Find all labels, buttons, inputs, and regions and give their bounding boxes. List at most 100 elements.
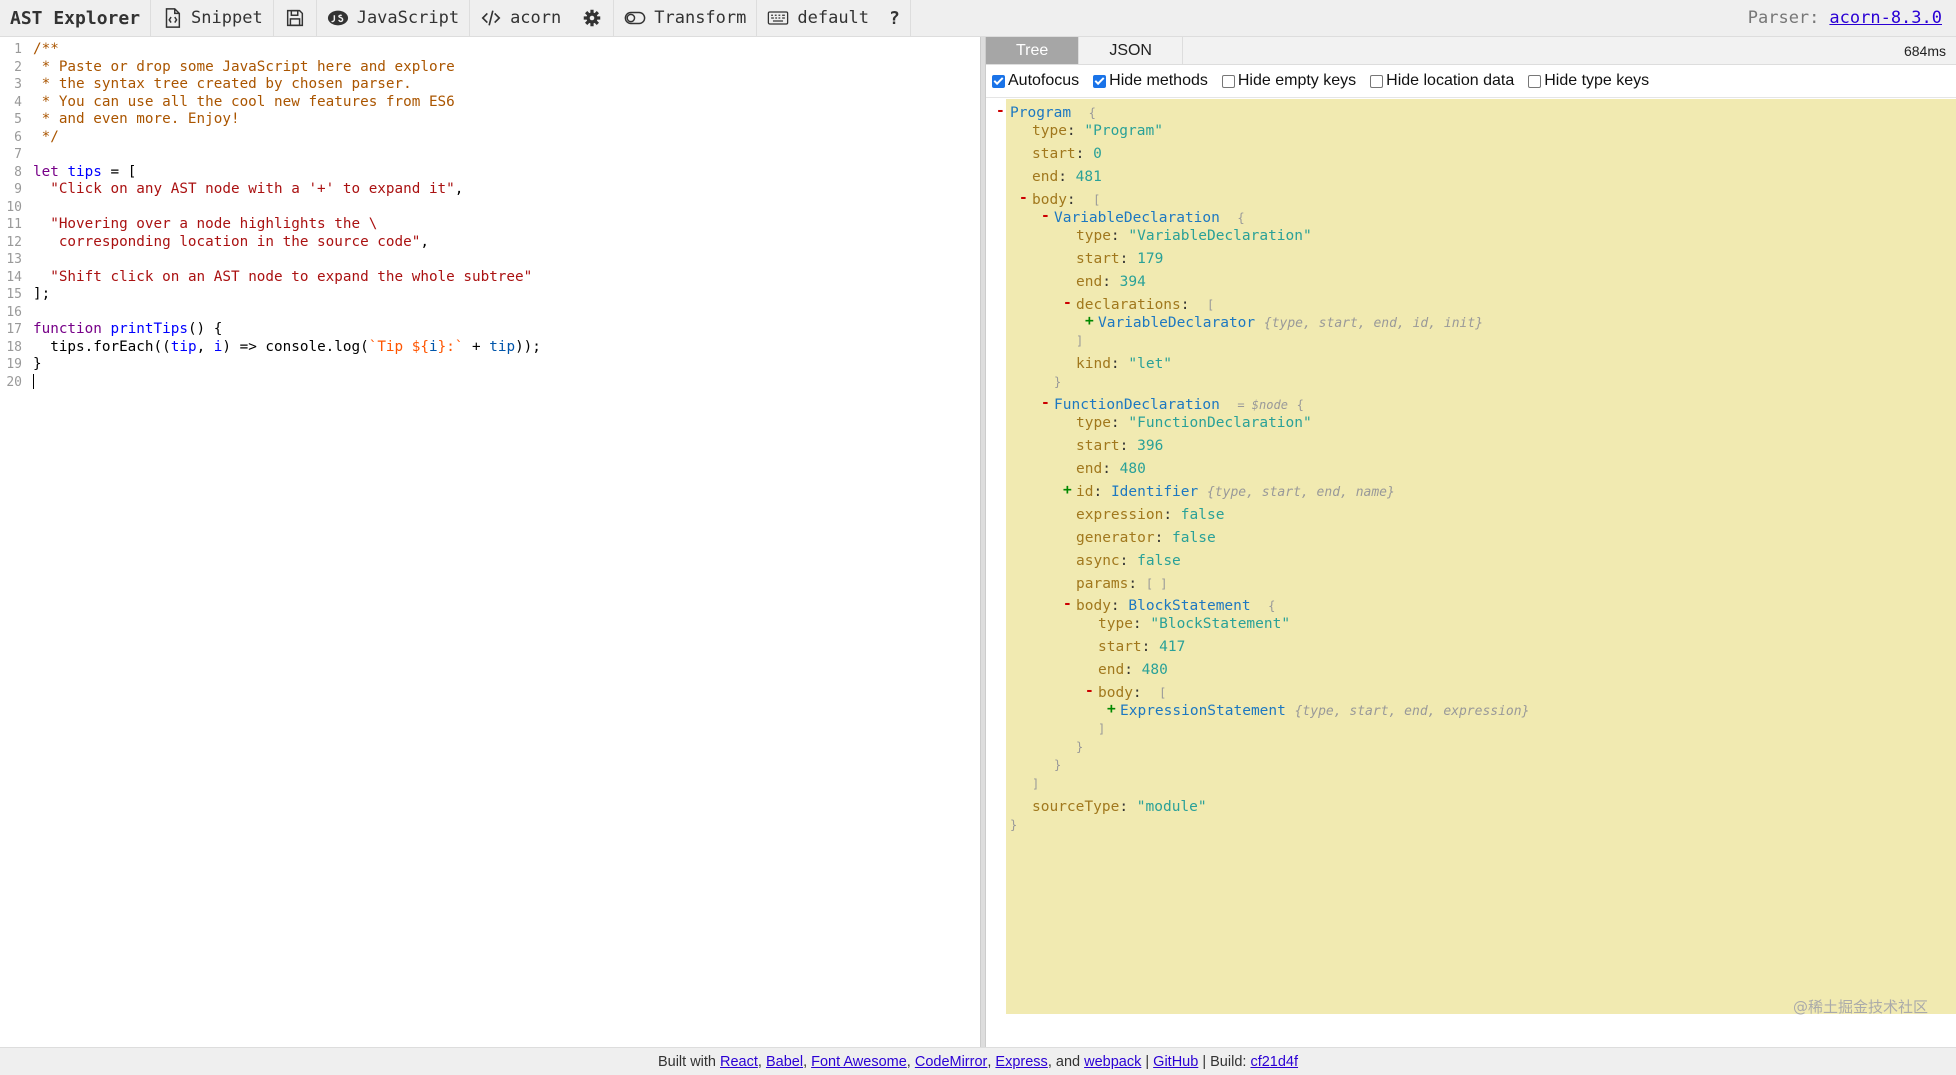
line-number: 18: [6, 339, 22, 355]
collapse-toggle[interactable]: -: [1019, 190, 1028, 206]
tree-node-program[interactable]: Program {: [1010, 103, 1096, 123]
tree-prop-body[interactable]: body: BlockStatement {: [1076, 596, 1275, 616]
code-line: 9 "Click on any AST node with a '+' to e…: [0, 181, 980, 199]
footer: Built with React, Babel, Font Awesome, C…: [0, 1047, 1956, 1075]
footer-and: and: [1055, 1053, 1081, 1070]
line-number: 20: [6, 374, 22, 390]
app-title: AST Explorer: [0, 0, 152, 36]
code-line: 17 function printTips() {: [0, 321, 980, 339]
tree-prop: start: 0: [1032, 146, 1102, 162]
code-text: "Hovering over a node highlights the \: [50, 216, 378, 232]
line-number: 11: [6, 217, 22, 232]
tree-prop: type: "Program": [1032, 123, 1163, 139]
keymap-button[interactable]: default: [757, 0, 879, 36]
collapse-toggle[interactable]: -: [996, 103, 1005, 119]
tree-prop-body[interactable]: body: [: [1098, 683, 1166, 703]
tree-node-variable-declaration[interactable]: VariableDeclaration {: [1054, 208, 1245, 228]
collapse-toggle[interactable]: -: [1041, 395, 1050, 411]
footer-link-webpack[interactable]: webpack: [1084, 1054, 1141, 1070]
collapse-toggle[interactable]: -: [1063, 596, 1072, 612]
tree-prop-id[interactable]: id: Identifier {type, start, end, name}: [1076, 482, 1395, 502]
expand-toggle[interactable]: +: [1063, 482, 1072, 498]
parser-button[interactable]: acorn: [470, 0, 571, 36]
code-line: 13: [0, 251, 980, 269]
tab-tree[interactable]: Tree: [986, 37, 1080, 64]
footer-link-font-awesome[interactable]: Font Awesome: [811, 1054, 907, 1070]
tree-node-function-declaration[interactable]: FunctionDeclaration = $node {: [1054, 395, 1304, 415]
footer-link-github[interactable]: GitHub: [1153, 1054, 1198, 1070]
code-line: 20: [0, 374, 980, 392]
footer-build-label: Build:: [1210, 1053, 1247, 1070]
parser-label: acorn: [510, 8, 562, 28]
transform-label: Transform: [654, 8, 747, 28]
output-panel: Tree JSON 684ms Autofocus Hide methods H…: [986, 37, 1956, 1047]
text-cursor: [33, 374, 34, 389]
footer-link-codemirror[interactable]: CodeMirror: [915, 1054, 988, 1070]
save-button[interactable]: [274, 0, 317, 36]
tab-json[interactable]: JSON: [1079, 37, 1183, 64]
toolbar: AST Explorer Snippet JavaScript acorn Tr…: [0, 0, 1956, 37]
line-number: 4: [14, 94, 22, 110]
line-number: 16: [6, 304, 22, 320]
option-hide-empty-keys[interactable]: Hide empty keys: [1221, 72, 1356, 90]
code-line: 12 corresponding location in the source …: [0, 234, 980, 252]
line-number: 10: [6, 199, 22, 215]
footer-link-express[interactable]: Express: [995, 1054, 1047, 1070]
collapse-toggle[interactable]: -: [1041, 208, 1050, 224]
line-number: 6: [14, 129, 22, 145]
option-hide-methods[interactable]: Hide methods: [1093, 72, 1208, 90]
code-text: ];: [33, 286, 51, 302]
code-comment: * You can use all the cool new features …: [33, 93, 455, 110]
code-line: 3 * the syntax tree created by chosen pa…: [0, 76, 980, 94]
tree-prop: start: 417: [1098, 639, 1186, 655]
option-hide-location-data[interactable]: Hide location data: [1370, 72, 1514, 90]
snippet-button[interactable]: Snippet: [151, 0, 274, 36]
code-line: 6 */: [0, 129, 980, 147]
line-number: 19: [6, 357, 22, 372]
tree-node-variable-declarator[interactable]: VariableDeclarator {type, start, end, id…: [1098, 313, 1483, 333]
footer-link-babel[interactable]: Babel: [766, 1054, 803, 1070]
transform-button[interactable]: Transform: [614, 0, 758, 36]
tree-prop-body[interactable]: body: [: [1032, 190, 1100, 210]
tree-options: Autofocus Hide methods Hide empty keys H…: [986, 65, 1956, 98]
collapse-toggle[interactable]: -: [1063, 295, 1072, 311]
expand-toggle[interactable]: +: [1085, 313, 1094, 329]
code-text: }: [33, 356, 42, 372]
parser-info: Parser: acorn-8.3.0: [1748, 0, 1956, 36]
hide-location-data-checkbox[interactable]: [1370, 74, 1384, 88]
expand-toggle[interactable]: +: [1107, 701, 1116, 717]
collapse-toggle[interactable]: -: [1085, 683, 1094, 699]
code-line: 4 * You can use all the cool new feature…: [0, 94, 980, 112]
option-hide-type-keys[interactable]: Hide type keys: [1528, 72, 1649, 90]
line-number: 13: [6, 252, 22, 267]
footer-link-build[interactable]: cf21d4f: [1250, 1054, 1298, 1070]
hide-empty-keys-checkbox[interactable]: [1221, 74, 1235, 88]
tree-prop: end: 394: [1076, 274, 1146, 290]
code-comment: /**: [33, 41, 59, 57]
line-number: 9: [14, 182, 22, 197]
code-line: 15];: [0, 286, 980, 304]
file-code-icon: [161, 7, 183, 29]
hide-methods-checkbox[interactable]: [1093, 74, 1107, 88]
tree-prop-declarations[interactable]: declarations: [: [1076, 295, 1214, 315]
language-button[interactable]: JavaScript: [317, 0, 471, 36]
code-text: corresponding location in the source cod…: [33, 233, 429, 250]
autofocus-checkbox[interactable]: [992, 74, 1005, 88]
help-button[interactable]: ?: [879, 0, 911, 36]
tree-prop: start: 396: [1076, 438, 1164, 454]
tree-prop: async: false: [1076, 553, 1181, 569]
code-icon: [480, 7, 502, 29]
code-line: 1 /**: [0, 41, 980, 59]
parser-settings-button[interactable]: [571, 0, 615, 36]
footer-link-react[interactable]: React: [720, 1054, 758, 1070]
code-editor[interactable]: 1 /** 2 * Paste or drop some JavaScript h…: [0, 37, 980, 1047]
tree-bracket: }: [1076, 740, 1084, 754]
code-line: 16: [0, 304, 980, 322]
code-line: 2 * Paste or drop some JavaScript here a…: [0, 59, 980, 77]
tree-node-expression-statement[interactable]: ExpressionStatement {type, start, end, e…: [1120, 701, 1529, 721]
tree-bracket: }: [1054, 375, 1062, 389]
parse-timing: 684ms: [1903, 42, 1946, 59]
hide-type-keys-checkbox[interactable]: [1528, 74, 1542, 88]
option-autofocus[interactable]: Autofocus: [992, 72, 1079, 90]
parser-version-link[interactable]: acorn-8.3.0: [1829, 8, 1942, 28]
